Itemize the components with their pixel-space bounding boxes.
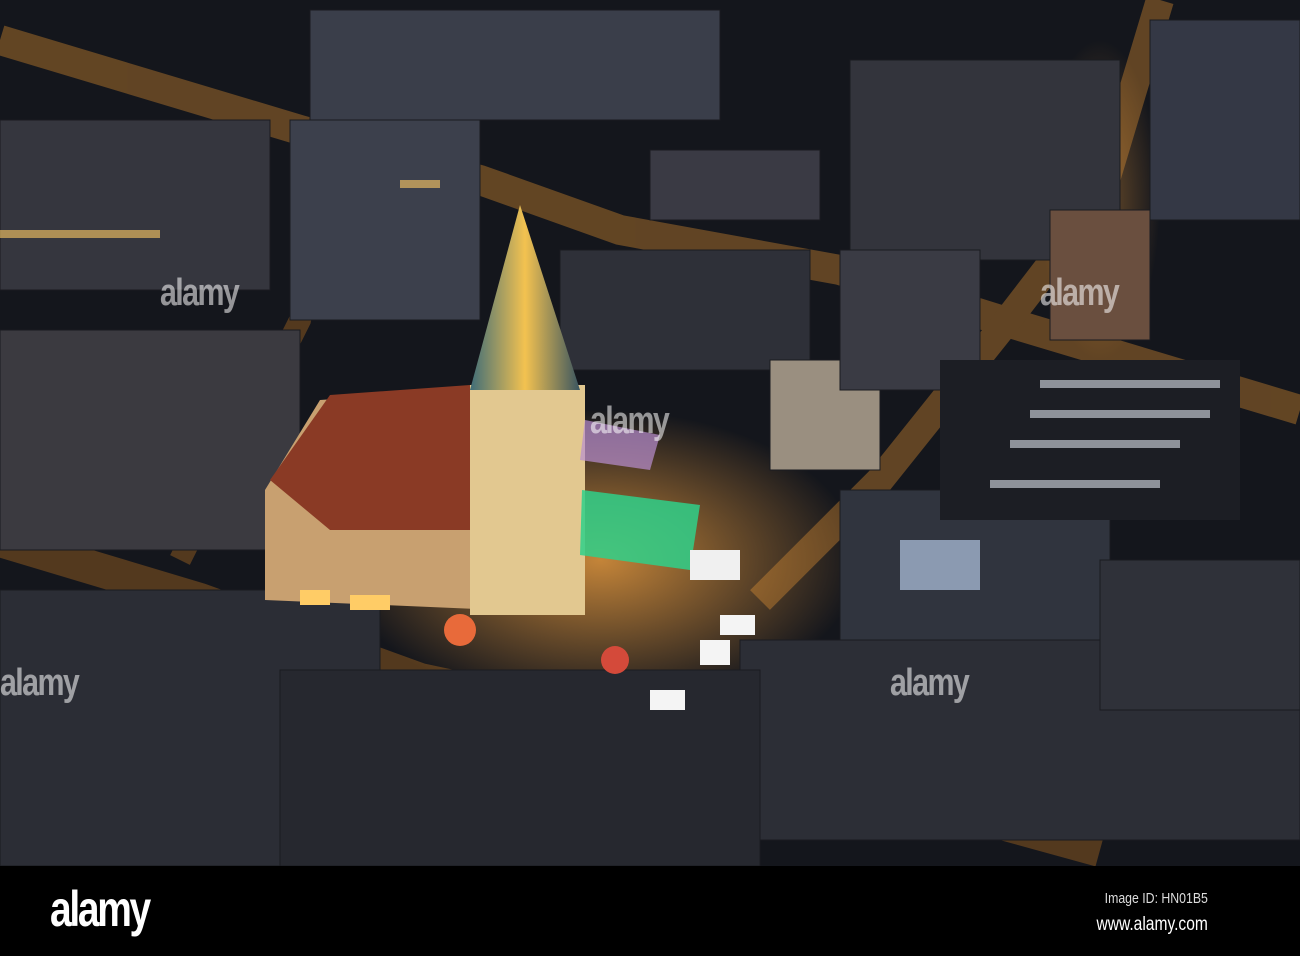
watermark: alamy xyxy=(1040,272,1120,314)
watermark: alamy xyxy=(890,662,970,704)
site-url: www.alamy.com xyxy=(1096,914,1208,935)
watermark: alamy xyxy=(160,272,240,314)
alamy-logo: alamy xyxy=(50,881,151,937)
footer-bar: alamy Image ID: HN01B5 www.alamy.com xyxy=(0,866,1300,956)
watermark: alamy xyxy=(0,662,80,704)
aerial-photo: alamy alamy alamy alamy alamy xyxy=(0,0,1300,866)
watermark: alamy xyxy=(590,400,670,442)
image-id: Image ID: HN01B5 xyxy=(1104,890,1208,907)
